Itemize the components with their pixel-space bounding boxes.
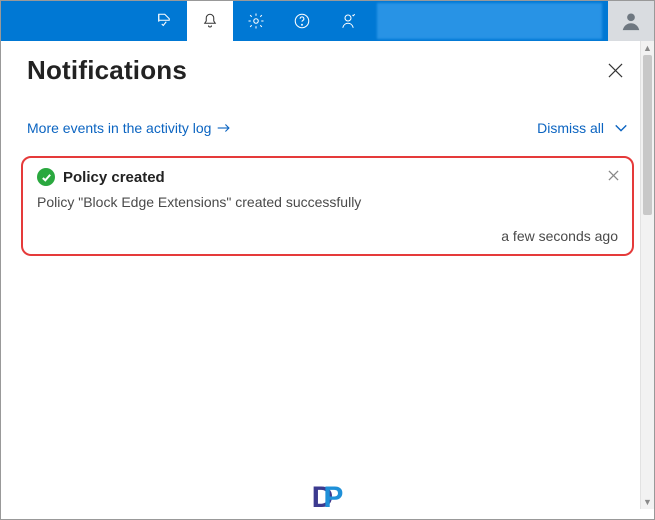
diagnostics-icon[interactable] [141, 1, 187, 41]
close-panel-button[interactable] [602, 58, 628, 84]
dismiss-all-button[interactable]: Dismiss all [537, 120, 628, 136]
arrow-right-icon [217, 122, 231, 134]
panel-links: More events in the activity log Dismiss … [1, 96, 654, 150]
feedback-icon[interactable] [325, 1, 371, 41]
notification-title: Policy created [63, 169, 165, 186]
chevron-down-icon [614, 121, 628, 135]
user-avatar[interactable] [608, 1, 654, 41]
scroll-down-arrow[interactable]: ▼ [641, 495, 654, 509]
top-bar [1, 1, 654, 41]
page-title: Notifications [27, 55, 187, 86]
notifications-bell-icon[interactable] [187, 1, 233, 41]
notification-timestamp: a few seconds ago [37, 228, 618, 244]
more-events-label: More events in the activity log [27, 120, 211, 136]
more-events-link[interactable]: More events in the activity log [27, 120, 231, 136]
notification-body: Policy "Block Edge Extensions" created s… [37, 194, 618, 210]
vertical-scrollbar[interactable]: ▲ ▼ [640, 41, 654, 509]
notifications-header: Notifications [1, 41, 654, 96]
notification-item: Policy created Policy "Block Edge Extens… [21, 156, 634, 256]
scroll-thumb[interactable] [643, 55, 652, 215]
settings-gear-icon[interactable] [233, 1, 279, 41]
scroll-up-arrow[interactable]: ▲ [641, 41, 654, 55]
help-icon[interactable] [279, 1, 325, 41]
success-check-icon [37, 168, 55, 186]
dismiss-all-label: Dismiss all [537, 120, 604, 136]
redacted-region [377, 3, 602, 39]
brand-logo: D P [312, 481, 344, 515]
dismiss-notification-button[interactable] [604, 166, 622, 184]
